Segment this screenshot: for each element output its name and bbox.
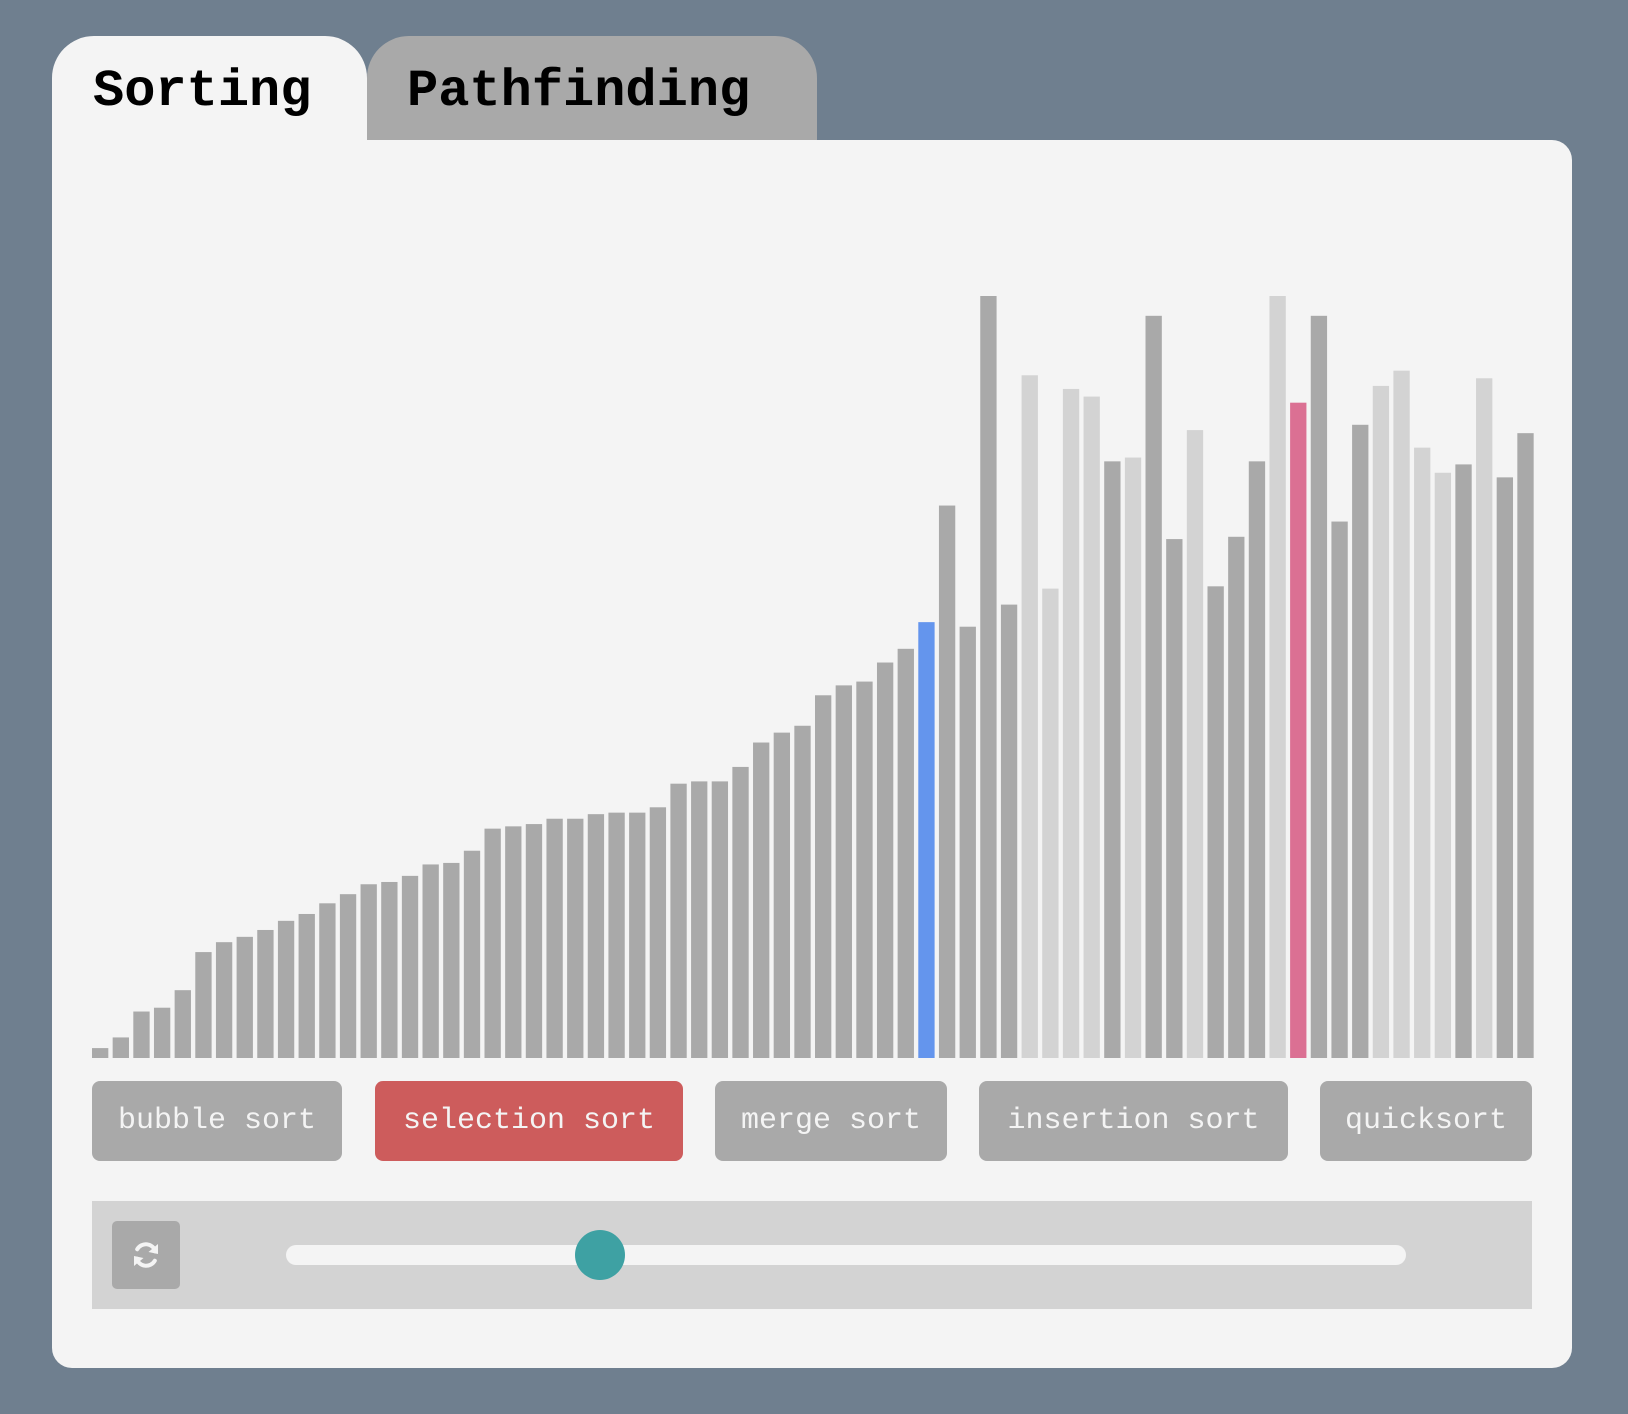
bar: [918, 622, 935, 1058]
bar: [649, 807, 667, 1058]
bar-chart: [92, 296, 1534, 1058]
bar: [1331, 521, 1348, 1058]
bar: [112, 1037, 129, 1058]
bar: [133, 1011, 150, 1058]
bar: [876, 662, 894, 1058]
bar: [360, 884, 377, 1058]
bar: [505, 826, 522, 1058]
bar: [629, 812, 646, 1058]
tab-sorting[interactable]: Sorting: [52, 36, 367, 140]
bar: [1124, 457, 1142, 1058]
bar: [1414, 447, 1431, 1058]
bar: [422, 864, 439, 1058]
insertion-sort-button[interactable]: insertion sort: [979, 1081, 1288, 1161]
bar: [1042, 588, 1059, 1058]
bar: [794, 725, 811, 1058]
bar: [670, 783, 687, 1058]
bar: [856, 681, 873, 1058]
bar: [1248, 461, 1266, 1058]
bar: [1083, 396, 1100, 1058]
bar: [1000, 604, 1018, 1058]
bar: [1290, 402, 1307, 1058]
bar: [1496, 477, 1514, 1058]
bar: [608, 812, 625, 1058]
merge-sort-button[interactable]: merge sort: [715, 1081, 947, 1161]
bar: [897, 648, 914, 1058]
algorithm-buttons: bubble sort selection sort merge sort in…: [92, 1081, 1532, 1161]
bar: [815, 695, 832, 1058]
bar: [1434, 472, 1452, 1058]
speed-slider-thumb[interactable]: [574, 1230, 625, 1280]
bar: [1310, 315, 1328, 1058]
bar: [1393, 370, 1410, 1058]
bar: [463, 850, 481, 1058]
bar: [401, 875, 419, 1058]
bar: [980, 296, 997, 1058]
bar: [257, 929, 274, 1058]
bar: [1352, 424, 1369, 1058]
bar: [319, 903, 336, 1058]
bar: [1062, 388, 1080, 1058]
bar: [443, 862, 460, 1058]
bar: [298, 913, 315, 1058]
bar: [381, 881, 398, 1058]
bar: [1207, 586, 1224, 1058]
bar: [236, 936, 253, 1058]
bar: [691, 781, 708, 1058]
bar: [1021, 375, 1038, 1058]
bar: [732, 766, 749, 1058]
bar: [587, 814, 605, 1058]
selection-sort-button[interactable]: selection sort: [375, 1081, 683, 1161]
tab-pathfinding[interactable]: Pathfinding: [367, 36, 817, 140]
bar: [1517, 433, 1534, 1058]
bar: [835, 685, 852, 1058]
sorting-panel: bubble sort selection sort merge sort in…: [52, 140, 1572, 1368]
bubble-sort-button[interactable]: bubble sort: [92, 1081, 342, 1161]
bar: [711, 781, 729, 1058]
quicksort-button[interactable]: quicksort: [1320, 1081, 1532, 1161]
bar: [1104, 461, 1121, 1058]
bar: [92, 1048, 109, 1058]
refresh-icon: [134, 1242, 158, 1268]
bar: [277, 920, 295, 1058]
bar: [1455, 464, 1472, 1058]
control-bar: [92, 1201, 1532, 1309]
bar: [1186, 430, 1204, 1058]
bar: [525, 824, 543, 1058]
bar: [1476, 378, 1493, 1058]
bar: [484, 828, 501, 1058]
bar: [1269, 296, 1286, 1058]
bar: [1145, 315, 1162, 1058]
bar: [215, 942, 233, 1058]
refresh-button[interactable]: [112, 1221, 180, 1289]
bar: [1228, 536, 1245, 1058]
bar: [339, 894, 357, 1058]
bar: [959, 626, 976, 1058]
bar: [753, 742, 770, 1058]
bar: [567, 818, 584, 1058]
bar: [174, 990, 191, 1058]
bar: [1166, 539, 1183, 1058]
bar: [153, 1007, 171, 1058]
bar: [1372, 385, 1390, 1058]
bar: [195, 952, 212, 1058]
bar: [938, 505, 956, 1058]
bar: [773, 732, 791, 1058]
speed-slider[interactable]: [286, 1230, 1406, 1280]
bar: [546, 818, 563, 1058]
